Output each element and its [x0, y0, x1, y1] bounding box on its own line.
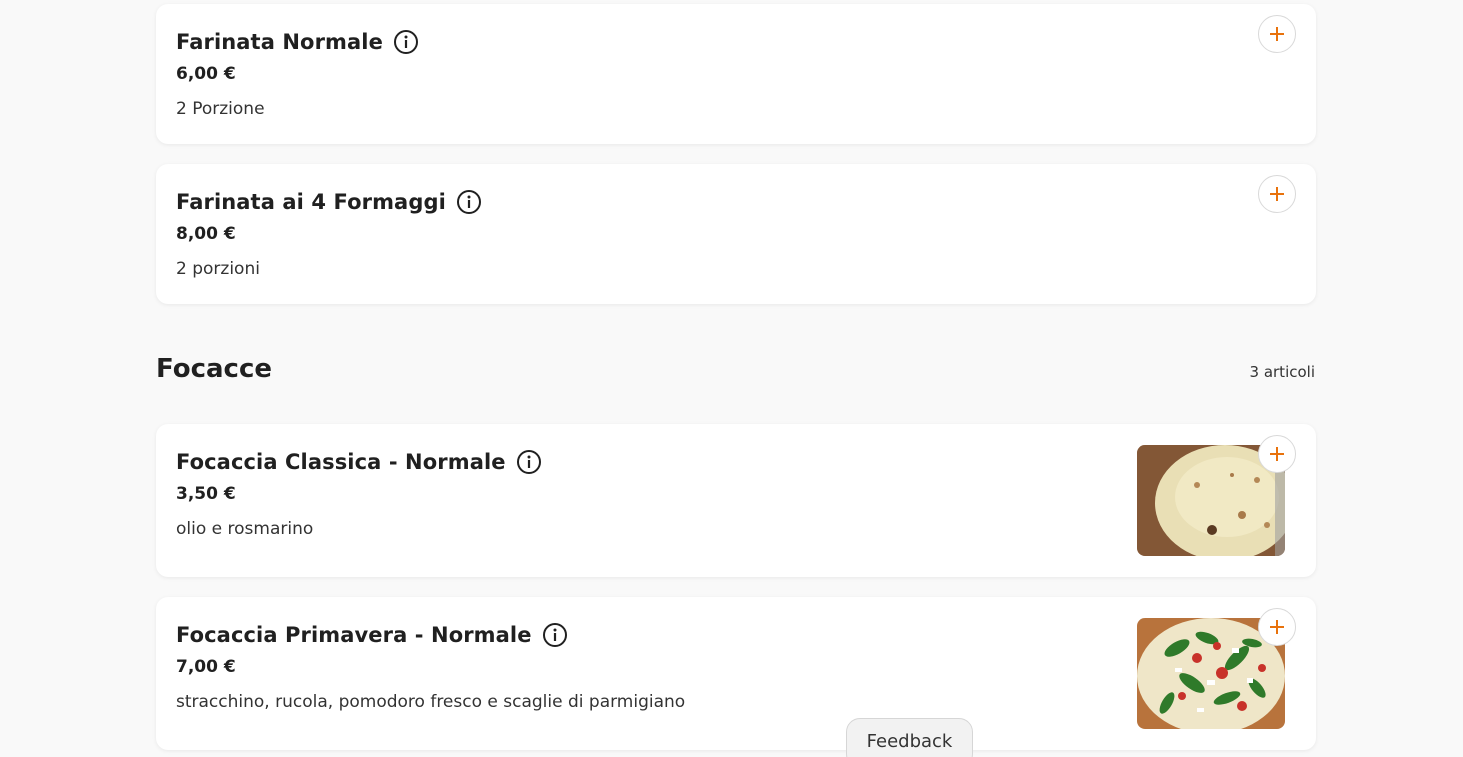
add-item-button[interactable] [1258, 608, 1296, 646]
item-description: olio e rosmarino [176, 519, 314, 539]
section-title: Focacce [156, 354, 272, 384]
plus-icon [1270, 447, 1284, 461]
feedback-button[interactable]: Feedback [846, 718, 973, 757]
info-icon[interactable] [542, 622, 568, 648]
menu-page: Farinata Normale 6,00 € 2 Porzione Farin… [0, 0, 1463, 757]
menu-item-card[interactable]: Focaccia Primavera - Normale 7,00 € stra… [156, 597, 1316, 750]
plus-icon [1270, 187, 1284, 201]
info-icon[interactable] [516, 449, 542, 475]
item-description: stracchino, rucola, pomodoro fresco e sc… [176, 692, 686, 712]
item-price: 3,50 € [176, 484, 236, 504]
item-price: 7,00 € [176, 657, 236, 677]
item-title-row: Farinata ai 4 Formaggi [176, 189, 482, 215]
menu-item-card[interactable]: Farinata ai 4 Formaggi 8,00 € 2 porzioni [156, 164, 1316, 304]
plus-icon [1270, 620, 1284, 634]
item-title-row: Focaccia Classica - Normale [176, 449, 542, 475]
item-name: Focaccia Classica - Normale [176, 450, 506, 474]
add-item-button[interactable] [1258, 175, 1296, 213]
item-name: Farinata ai 4 Formaggi [176, 190, 446, 214]
add-item-button[interactable] [1258, 435, 1296, 473]
plus-icon [1270, 27, 1284, 41]
info-icon[interactable] [393, 29, 419, 55]
add-item-button[interactable] [1258, 15, 1296, 53]
item-price: 8,00 € [176, 224, 236, 244]
section-item-count: 3 articoli [1249, 363, 1315, 381]
info-icon[interactable] [456, 189, 482, 215]
item-price: 6,00 € [176, 64, 236, 84]
item-name: Farinata Normale [176, 30, 383, 54]
menu-item-card[interactable]: Farinata Normale 6,00 € 2 Porzione [156, 4, 1316, 144]
item-title-row: Farinata Normale [176, 29, 419, 55]
item-description: 2 porzioni [176, 259, 260, 279]
item-name: Focaccia Primavera - Normale [176, 623, 532, 647]
item-description: 2 Porzione [176, 99, 265, 119]
menu-item-card[interactable]: Focaccia Classica - Normale 3,50 € olio … [156, 424, 1316, 577]
item-title-row: Focaccia Primavera - Normale [176, 622, 568, 648]
